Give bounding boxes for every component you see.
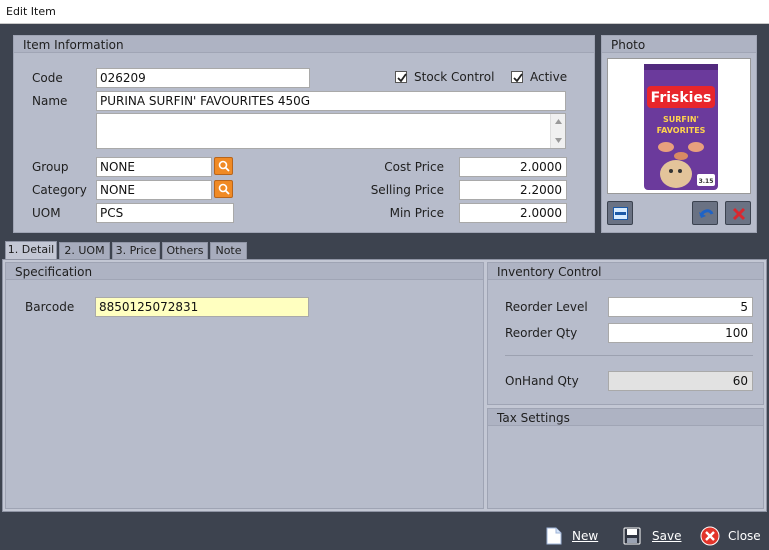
min-price-label: Min Price bbox=[389, 206, 444, 220]
brand-text: Friskies bbox=[651, 90, 712, 106]
weight-text: 3.15 bbox=[699, 178, 714, 185]
photo-clear-button[interactable] bbox=[725, 201, 751, 225]
description-scrollbar[interactable] bbox=[550, 114, 565, 148]
specification-header: Specification bbox=[6, 263, 483, 280]
tax-settings-panel: Tax Settings bbox=[487, 408, 764, 509]
new-document-icon bbox=[546, 527, 562, 545]
reorder-qty-label: Reorder Qty bbox=[505, 326, 578, 340]
save-button-label: Save bbox=[652, 529, 682, 543]
tab-others[interactable]: Others bbox=[162, 242, 208, 259]
item-information-title: Item Information bbox=[23, 38, 124, 52]
inventory-control-header: Inventory Control bbox=[488, 263, 763, 280]
specification-panel: Specification Barcode 8850125072831 bbox=[5, 262, 484, 509]
specification-title: Specification bbox=[15, 265, 93, 279]
new-button-label: New bbox=[572, 529, 599, 543]
group-input[interactable]: NONE bbox=[96, 157, 212, 177]
divider bbox=[505, 355, 753, 356]
close-button[interactable]: Close bbox=[700, 526, 761, 546]
product-package-image: Friskies SURFIN' FAVORITES 3.15 bbox=[644, 64, 718, 190]
item-information-header: Item Information bbox=[14, 36, 594, 53]
name-input[interactable]: PURINA SURFIN' FAVOURITES 450G bbox=[96, 91, 566, 111]
name-label: Name bbox=[32, 94, 68, 108]
tab-detail[interactable]: 1. Detail bbox=[5, 241, 57, 260]
product-photo: Friskies SURFIN' FAVORITES 3.15 bbox=[607, 58, 751, 194]
line2-text: FAVORITES bbox=[657, 126, 706, 135]
reorder-qty-input[interactable]: 100 bbox=[608, 323, 753, 343]
photo-header: Photo bbox=[602, 36, 756, 53]
selling-price-label: Selling Price bbox=[370, 183, 444, 197]
reorder-level-input[interactable]: 5 bbox=[608, 297, 753, 317]
tab-price[interactable]: 3. Price bbox=[112, 242, 160, 259]
inventory-control-title: Inventory Control bbox=[497, 265, 602, 279]
photo-undo-button[interactable] bbox=[692, 201, 718, 225]
search-icon bbox=[218, 183, 230, 195]
description-textarea[interactable] bbox=[96, 113, 566, 149]
group-lookup-button[interactable] bbox=[214, 157, 233, 175]
stock-control-checkbox[interactable] bbox=[395, 71, 407, 83]
active-label: Active bbox=[530, 70, 568, 84]
tab-note[interactable]: Note bbox=[210, 242, 247, 259]
save-icon bbox=[623, 527, 641, 545]
cost-price-input[interactable]: 2.0000 bbox=[459, 157, 567, 177]
search-icon bbox=[218, 160, 230, 172]
uom-label: UOM bbox=[32, 206, 61, 220]
reorder-level-label: Reorder Level bbox=[505, 300, 588, 314]
code-label: Code bbox=[32, 71, 63, 85]
tab-uom[interactable]: 2. UOM bbox=[59, 242, 110, 259]
selling-price-input[interactable]: 2.2000 bbox=[459, 180, 567, 200]
photo-title: Photo bbox=[611, 38, 646, 52]
tax-settings-header: Tax Settings bbox=[488, 409, 763, 426]
barcode-input[interactable]: 8850125072831 bbox=[95, 297, 309, 317]
photo-panel: Photo Friskies SURFIN' FAVORITES 3.15 bbox=[601, 35, 757, 233]
item-information-panel: Item Information Code 026209 Stock Contr… bbox=[13, 35, 595, 233]
inventory-control-panel: Inventory Control Reorder Level 5 Reorde… bbox=[487, 262, 764, 405]
code-input[interactable]: 026209 bbox=[96, 68, 310, 88]
tax-settings-title: Tax Settings bbox=[497, 411, 570, 425]
close-icon bbox=[700, 526, 720, 546]
title-bar: Edit Item bbox=[0, 0, 769, 24]
onhand-qty-label: OnHand Qty bbox=[505, 374, 579, 388]
delete-icon bbox=[732, 207, 746, 221]
min-price-input[interactable]: 2.0000 bbox=[459, 203, 567, 223]
active-checkbox[interactable] bbox=[511, 71, 523, 83]
category-lookup-button[interactable] bbox=[214, 180, 233, 198]
new-button[interactable]: New bbox=[546, 526, 598, 546]
uom-input[interactable]: PCS bbox=[96, 203, 234, 223]
close-button-label: Close bbox=[728, 529, 761, 543]
category-input[interactable]: NONE bbox=[96, 180, 212, 200]
barcode-label: Barcode bbox=[25, 300, 75, 314]
stock-control-label: Stock Control bbox=[414, 70, 495, 84]
group-label: Group bbox=[32, 160, 69, 174]
onhand-qty-input: 60 bbox=[608, 371, 753, 391]
line1-text: SURFIN' bbox=[663, 115, 699, 124]
category-label: Category bbox=[32, 183, 87, 197]
photo-browse-button[interactable] bbox=[607, 201, 633, 225]
cost-price-label: Cost Price bbox=[384, 160, 444, 174]
undo-icon bbox=[699, 209, 714, 218]
image-icon bbox=[613, 207, 628, 220]
save-button[interactable]: Save bbox=[623, 526, 681, 546]
window-title: Edit Item bbox=[6, 5, 56, 18]
tab-content-detail: Specification Barcode 8850125072831 Inve… bbox=[2, 259, 767, 512]
